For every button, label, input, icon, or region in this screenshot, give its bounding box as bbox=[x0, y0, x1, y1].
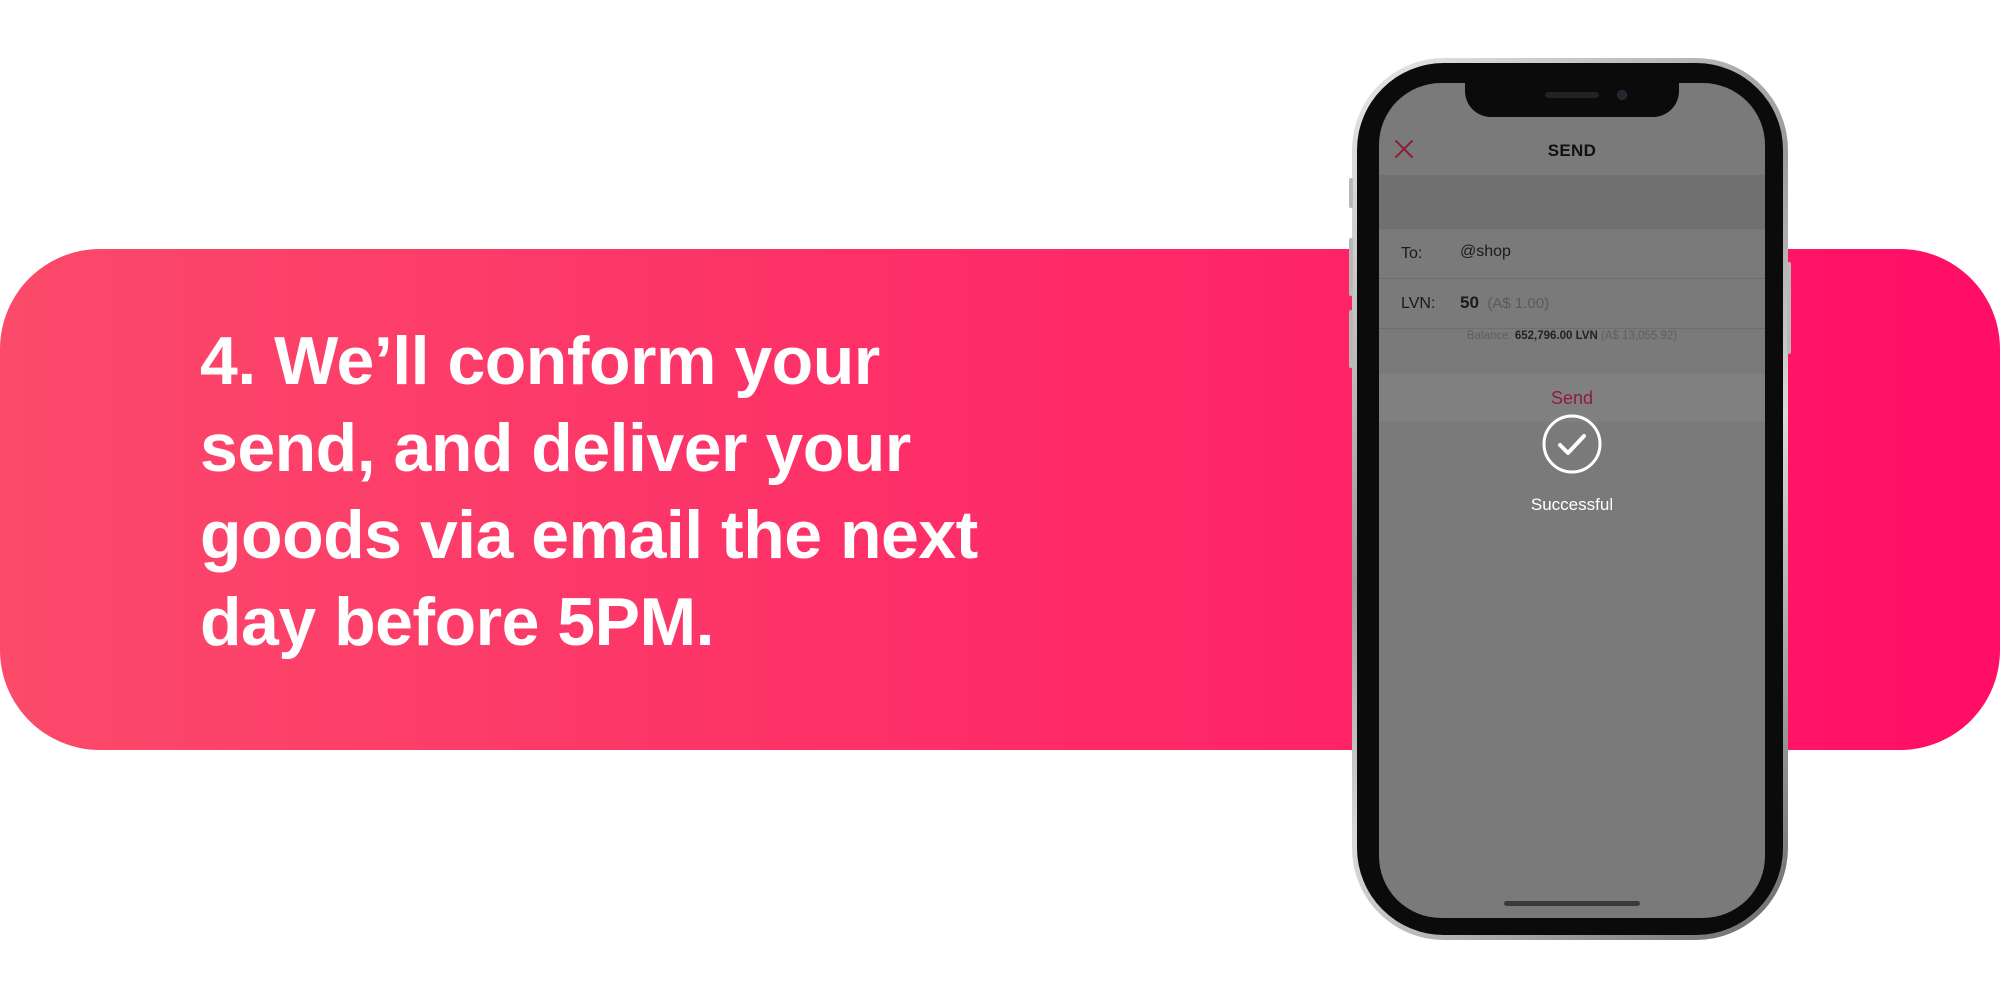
balance-fiat: (A$ 13,055.92) bbox=[1600, 330, 1678, 342]
amount-fiat-value: (A$ 1.00) bbox=[1487, 295, 1550, 312]
headline-line: 4. We’ll conform your bbox=[200, 323, 880, 399]
phone-volume-up bbox=[1349, 238, 1353, 296]
success-message: Successful bbox=[1530, 495, 1614, 514]
speaker-grille bbox=[1545, 92, 1599, 98]
phone-screen: SEND To: @shop LVN: 50 (A$ 1.00) Balance… bbox=[1379, 83, 1765, 918]
phone-power-button bbox=[1787, 262, 1791, 354]
balance-line: Balance: 652,796.00 LVN (A$ 13,055.92) bbox=[1379, 330, 1765, 342]
phone-notch bbox=[1465, 83, 1679, 117]
phone-volume-down bbox=[1349, 310, 1353, 368]
phone-silent-switch bbox=[1349, 178, 1353, 208]
check-circle-icon bbox=[1542, 414, 1602, 474]
amount-value: 50 bbox=[1460, 293, 1479, 312]
amount-field[interactable]: 50 (A$ 1.00) bbox=[1460, 293, 1549, 313]
balance-label: Balance: bbox=[1466, 330, 1512, 342]
amount-label: LVN: bbox=[1401, 295, 1436, 312]
headline-line: send, and deliver your bbox=[200, 410, 911, 486]
camera-icon bbox=[1617, 90, 1627, 100]
balance-value: 652,796.00 LVN bbox=[1514, 330, 1598, 342]
step-headline: 4. We’ll conform your send, and deliver … bbox=[200, 318, 1000, 666]
nav-title: SEND bbox=[1547, 141, 1597, 160]
header-spacer bbox=[1379, 175, 1765, 229]
send-button[interactable]: Send bbox=[1379, 388, 1765, 409]
to-label: To: bbox=[1401, 245, 1423, 262]
headline-line: day before 5PM. bbox=[200, 584, 715, 660]
recipient-field[interactable]: @shop bbox=[1460, 243, 1511, 261]
home-indicator bbox=[1504, 901, 1640, 906]
amount-row[interactable]: LVN: 50 (A$ 1.00) bbox=[1379, 279, 1765, 329]
headline-line: goods via email the next bbox=[200, 497, 978, 573]
to-row[interactable]: To: @shop bbox=[1379, 229, 1765, 279]
